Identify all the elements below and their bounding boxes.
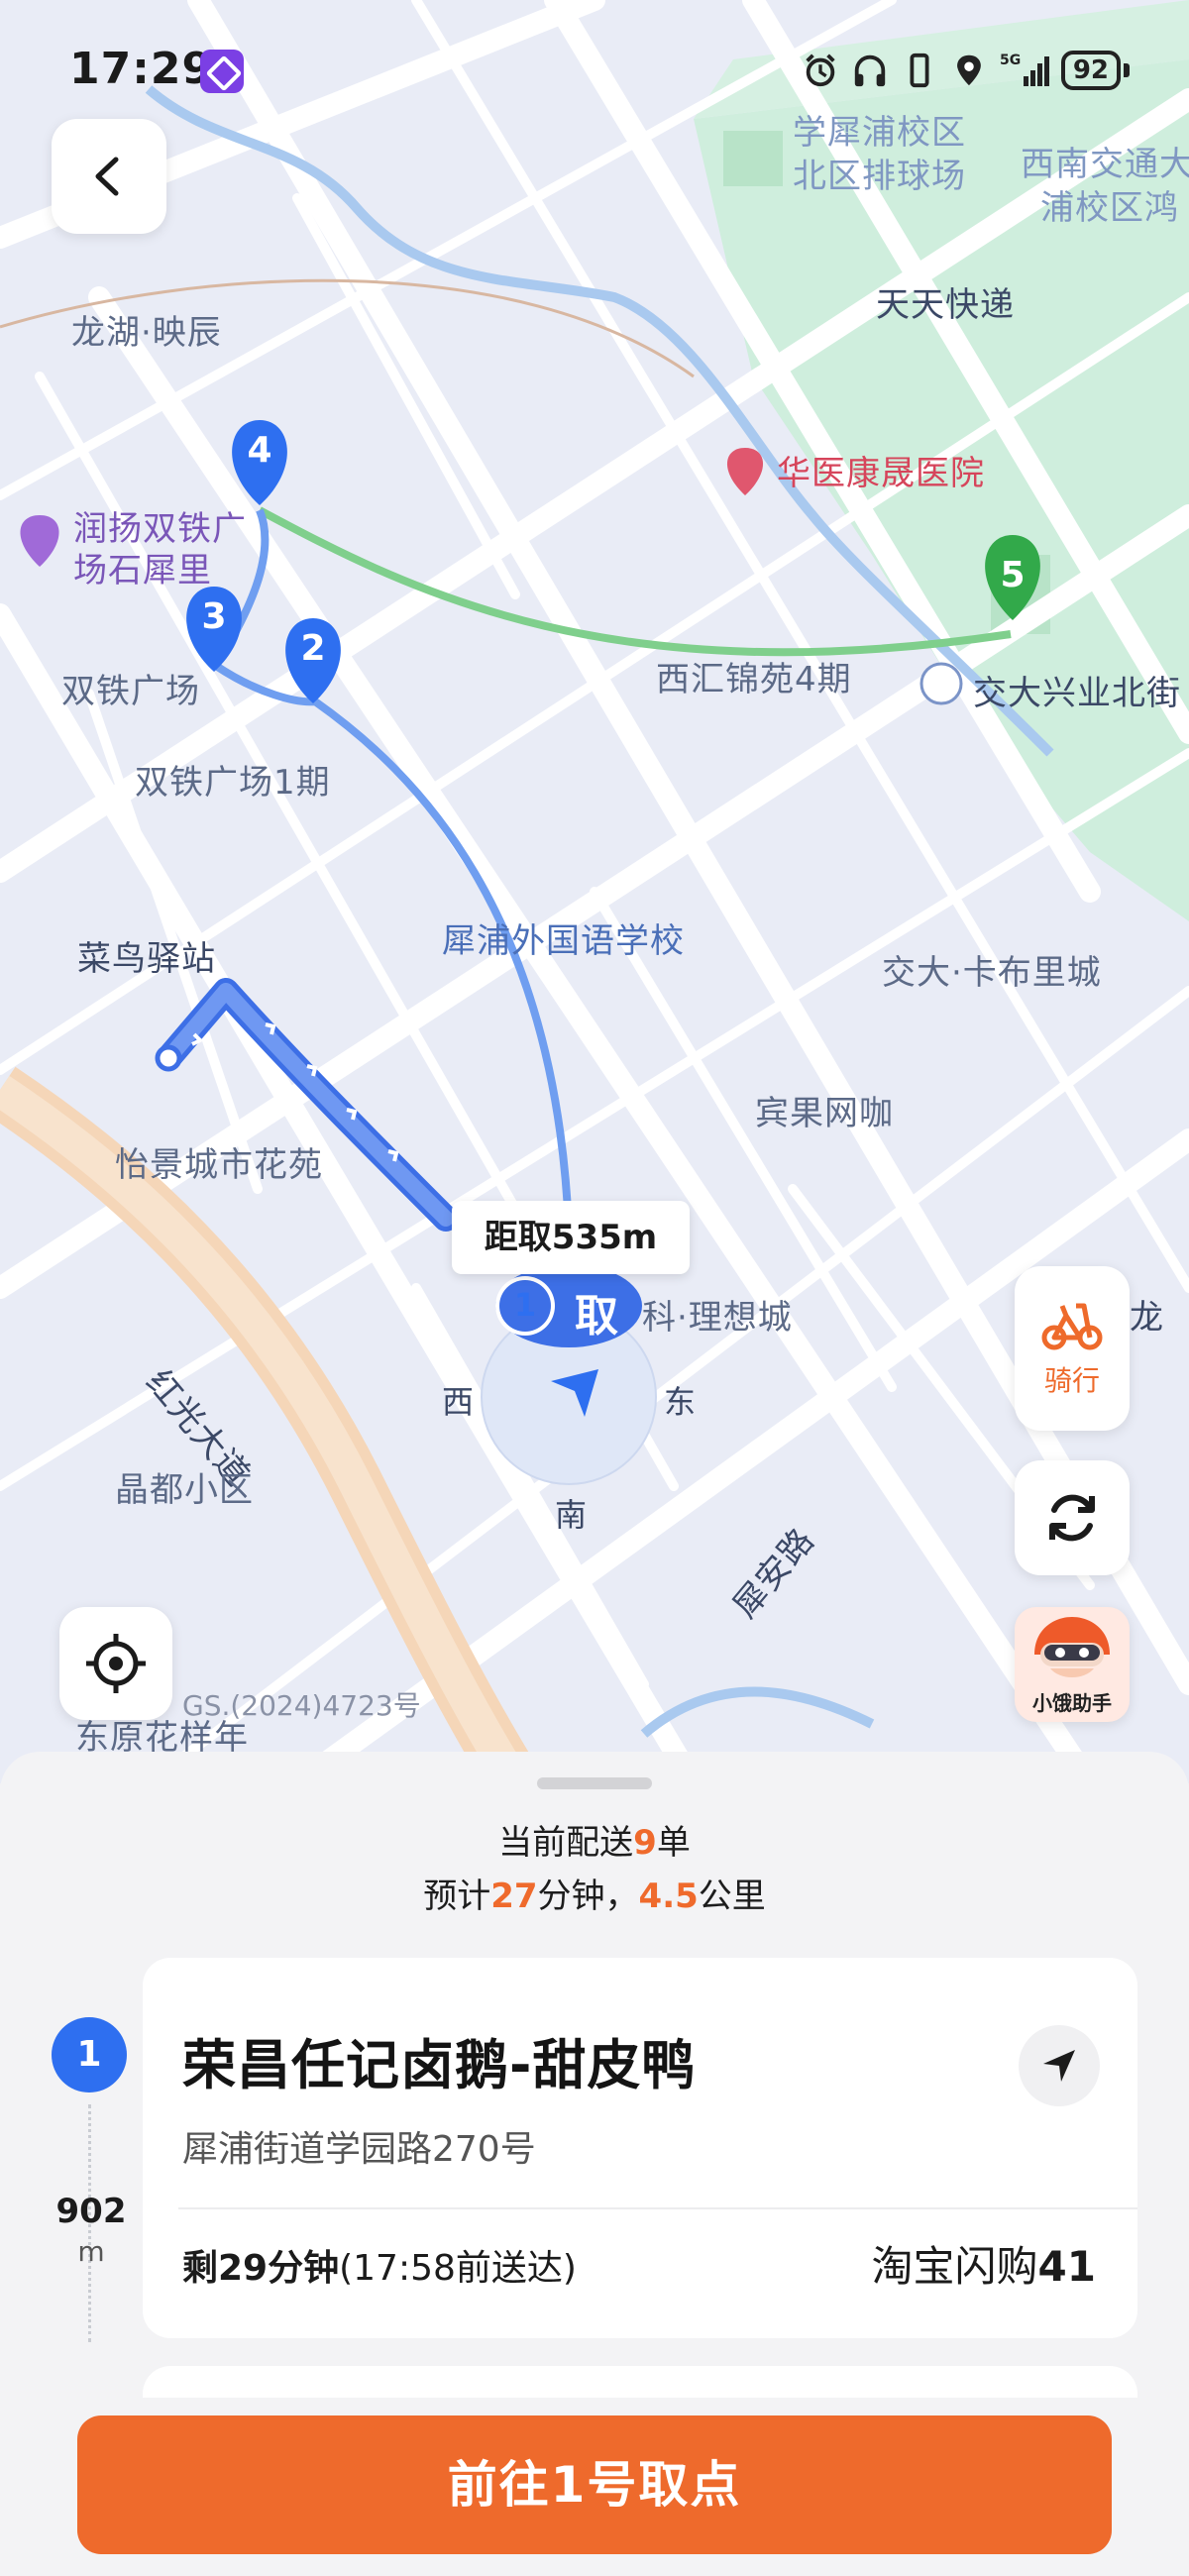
ride-mode-label: 骑行 xyxy=(1043,1364,1100,1397)
map-label-lixiang: 科·理想城 xyxy=(642,1298,793,1338)
remaining-time: 剩29分钟 xyxy=(182,2248,340,2289)
map-label-swjtu: 西南交通大 xyxy=(1021,145,1189,184)
order-number: 41 xyxy=(1037,2242,1096,2291)
card-divider xyxy=(178,2207,1137,2209)
delivery-summary-orders: 当前配送9单 xyxy=(498,1823,691,1863)
pickup-card[interactable]: 荣昌任记卤鹅-甜皮鸭 犀浦街道学园路270号 剩29分钟(17:58前送达) 淘… xyxy=(143,1958,1137,2338)
map-label-volleyball: 北区排球场 xyxy=(793,157,966,196)
assistant-label: 小饿助手 xyxy=(1032,1691,1112,1715)
headphones-icon xyxy=(854,54,886,87)
map-pin-3[interactable]: 3 xyxy=(178,596,250,637)
compass-west: 西 xyxy=(442,1383,475,1421)
sheet-drag-handle[interactable] xyxy=(537,1777,652,1789)
map-label-swjtu-2: 浦校区鸿 xyxy=(1040,188,1179,228)
pickup-distance-callout: 距取535m xyxy=(452,1201,690,1274)
ride-mode-button[interactable]: 骑行 xyxy=(1015,1266,1130,1431)
map-label-shuangtie-1: 双铁广场1期 xyxy=(135,763,331,803)
svg-text:5G: 5G xyxy=(1000,53,1021,68)
stop-distance: 902 xyxy=(55,2192,127,2231)
map-pin-5[interactable]: 5 xyxy=(977,555,1048,595)
stop-distance-unit: m xyxy=(77,2235,105,2268)
navigate-button[interactable] xyxy=(1019,2025,1100,2106)
crosshair-icon xyxy=(86,1634,146,1693)
map-label-xihui: 西汇锦苑4期 xyxy=(656,660,852,699)
map-label-jingdu: 晶都小区 xyxy=(115,1470,254,1510)
chevron-left-icon xyxy=(95,157,119,196)
map-label-yijing: 怡景城市花苑 xyxy=(115,1145,323,1185)
map-label-runyang-2: 场石犀里 xyxy=(73,551,212,590)
refresh-icon xyxy=(1049,1494,1095,1542)
stop-index-badge: 1 xyxy=(52,2017,127,2093)
screen: 4 3 2 5 1 取 学犀浦校区 北区排球场 西南交通大 浦校区鸿 天天快递 … xyxy=(0,0,1189,2576)
map-canvas xyxy=(0,0,1189,1783)
map-label-cainiao: 菜鸟驿站 xyxy=(77,939,216,979)
map-label-jiaoda-kabuli: 交大·卡布里城 xyxy=(882,953,1102,993)
refresh-button[interactable] xyxy=(1015,1460,1130,1575)
compass-east: 东 xyxy=(664,1383,697,1421)
location-icon xyxy=(956,54,981,86)
map-label-long: 龙 xyxy=(1130,1298,1164,1338)
eta-minutes: 27 xyxy=(490,1877,538,1916)
delivery-deadline: 剩29分钟(17:58前送达) xyxy=(182,2239,577,2291)
map-label-longhu: 龙湖·映辰 xyxy=(71,313,222,353)
app-shortcut-icon xyxy=(200,50,244,93)
status-bar: 17:29 5G 92 xyxy=(0,0,1189,129)
pickup-badge: 取 xyxy=(575,1291,618,1342)
navigation-arrow-icon xyxy=(1043,2050,1075,2082)
back-button[interactable] xyxy=(52,119,166,234)
delivery-summary-eta: 预计27分钟，4.5公里 xyxy=(423,1877,766,1916)
order-source: 淘宝闪购41 xyxy=(871,2242,1096,2291)
store-name: 荣昌任记卤鹅-甜皮鸭 xyxy=(182,2034,697,2096)
signal-5g-icon: 5G xyxy=(1000,53,1049,86)
cta-area: 前往1号取点 xyxy=(0,2398,1189,2576)
map-label-hospital: 华医康晟医院 xyxy=(777,454,985,493)
battery-level: 92 xyxy=(1060,51,1121,90)
map-label-jiaoda-xingye: 交大兴业北街 xyxy=(973,674,1181,713)
map-label-shuangtie: 双铁广场 xyxy=(61,672,200,711)
go-to-pickup-button[interactable]: 前往1号取点 xyxy=(77,2415,1112,2554)
eta-km: 4.5 xyxy=(638,1877,699,1916)
orders-count: 9 xyxy=(633,1823,657,1863)
assistant-avatar-icon xyxy=(1034,1617,1110,1677)
alarm-icon xyxy=(806,54,835,87)
map-label-tiantian: 天天快递 xyxy=(876,285,1015,325)
bicycle-icon xyxy=(1041,1303,1103,1350)
store-address: 犀浦街道学园路270号 xyxy=(182,2129,536,2170)
map-approval-number: GS.(2024)4723号 xyxy=(182,1689,421,1722)
status-icons: 5G 92 xyxy=(802,46,1130,95)
vibrate-icon xyxy=(910,53,929,88)
map-label-xipu-school: 犀浦外国语学校 xyxy=(442,921,685,961)
locate-me-button[interactable] xyxy=(59,1607,172,1720)
assistant-button[interactable]: 小饿助手 xyxy=(1015,1607,1130,1722)
map-pin-4[interactable]: 4 xyxy=(224,430,295,471)
map-label-binguo: 宾果网咖 xyxy=(755,1094,894,1133)
map-pin-2[interactable]: 2 xyxy=(277,628,349,669)
deadline-time: (17:58前送达) xyxy=(339,2248,577,2289)
battery-icon: 92 xyxy=(1060,51,1130,90)
status-time: 17:29 xyxy=(69,44,214,94)
compass-south: 南 xyxy=(555,1496,588,1534)
map-view[interactable]: 4 3 2 5 1 取 学犀浦校区 北区排球场 西南交通大 浦校区鸿 天天快递 … xyxy=(0,0,1189,1783)
map-pin-1[interactable]: 1 xyxy=(507,1286,543,1324)
